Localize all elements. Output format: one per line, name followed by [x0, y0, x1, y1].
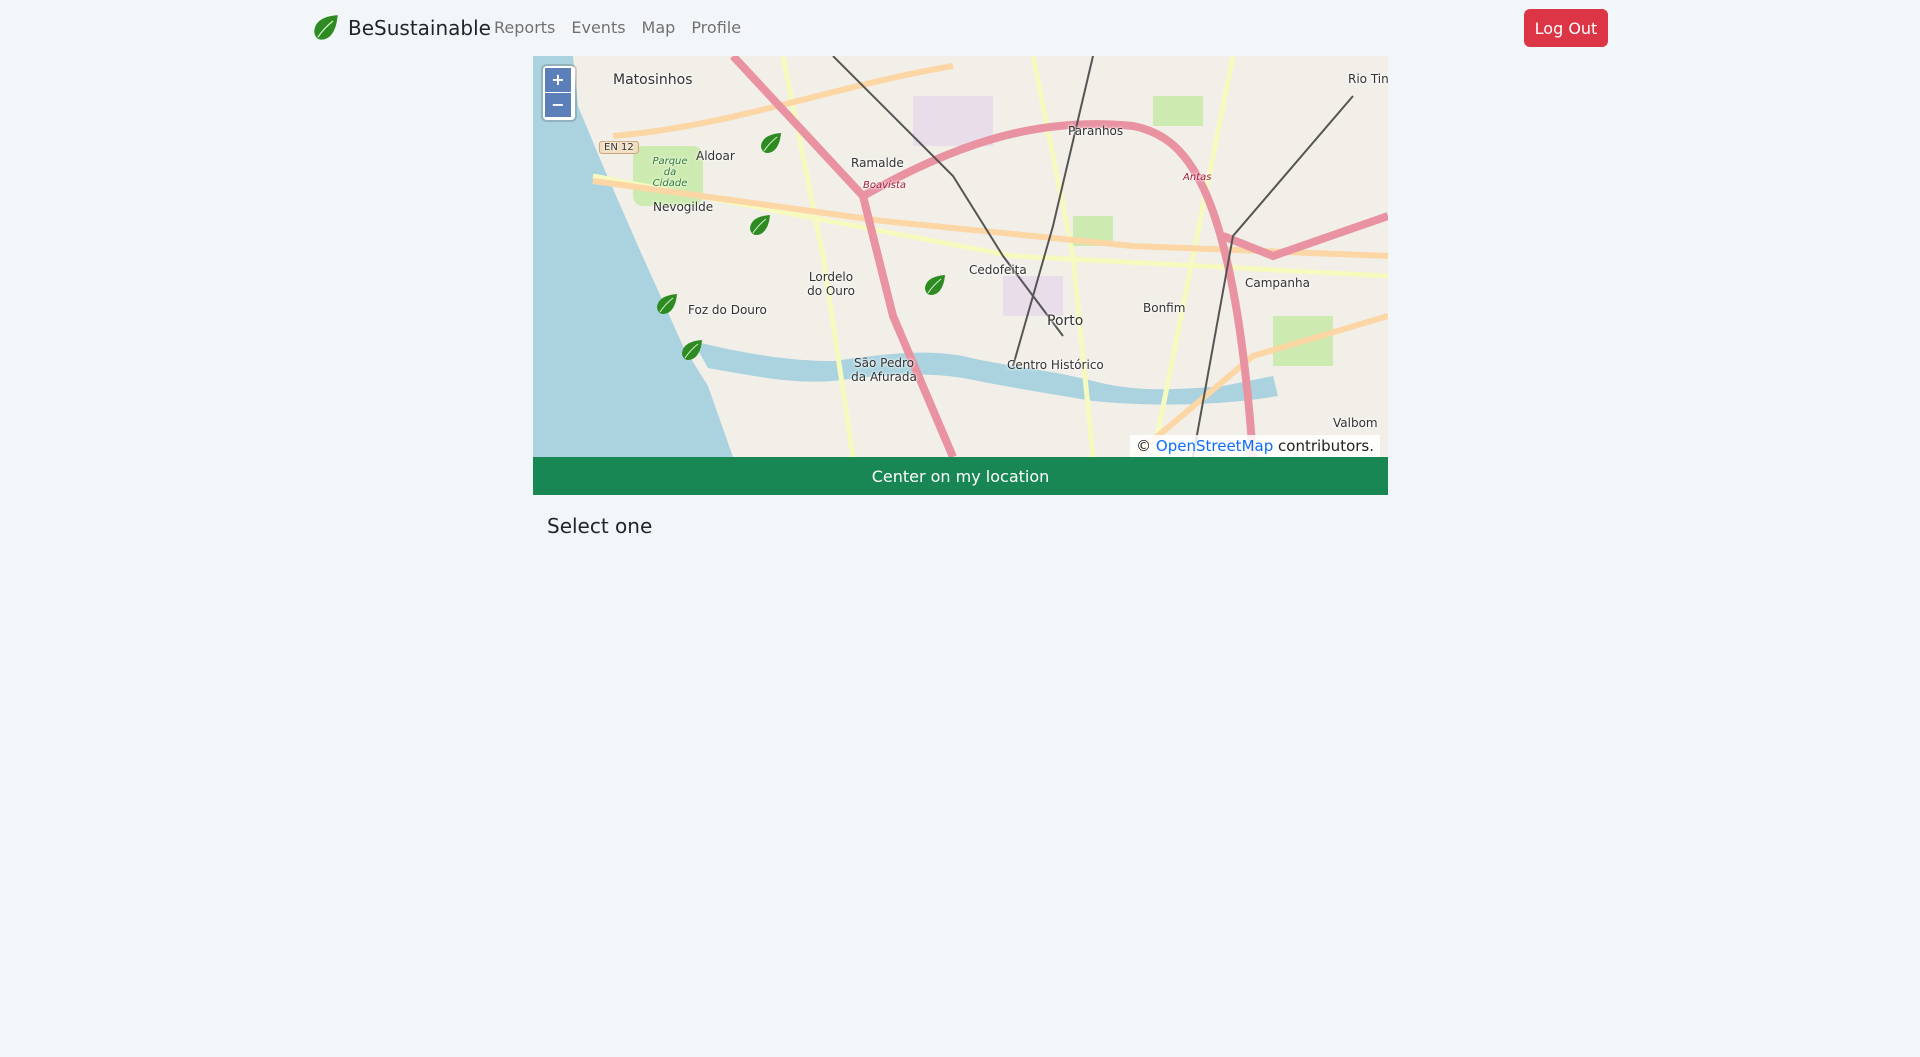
- zoom-control: + −: [543, 66, 575, 120]
- nav-menu: Reports Events Map Profile: [494, 18, 741, 37]
- zoom-in-button[interactable]: +: [545, 68, 571, 92]
- place-label: Cedofeita: [969, 263, 1027, 277]
- brand-name: BeSustainable: [348, 16, 491, 40]
- select-prompt: Select one: [547, 514, 653, 538]
- place-label: Porto: [1047, 313, 1084, 329]
- logout-button[interactable]: Log Out: [1524, 9, 1608, 47]
- nav-map[interactable]: Map: [642, 18, 676, 37]
- copyright-symbol: ©: [1136, 437, 1152, 455]
- navbar: BeSustainable Reports Events Map Profile…: [0, 0, 1920, 56]
- nav-profile[interactable]: Profile: [691, 18, 741, 37]
- attribution-suffix: contributors.: [1278, 437, 1374, 455]
- place-label: Nevogilde: [653, 200, 714, 214]
- zoom-out-button[interactable]: −: [545, 93, 571, 117]
- park-label: Parque da Cidade: [652, 156, 688, 189]
- leaf-icon[interactable]: [654, 292, 680, 316]
- map-attribution: © OpenStreetMap contributors.: [1130, 435, 1380, 457]
- center-location-button[interactable]: Center on my location: [533, 457, 1388, 495]
- place-label: Boavista: [863, 180, 907, 191]
- map[interactable]: Matosinhos Aldoar Ramalde Paranhos Nevog…: [533, 56, 1388, 457]
- place-label: Antas: [1183, 172, 1212, 183]
- place-label: Campanha: [1245, 276, 1310, 290]
- place-label: Lordelo do Ouro: [807, 270, 855, 298]
- place-label: Matosinhos: [613, 72, 693, 88]
- nav-events[interactable]: Events: [571, 18, 625, 37]
- leaf-icon[interactable]: [922, 273, 948, 297]
- place-label: Foz do Douro: [688, 303, 767, 317]
- brand-link[interactable]: BeSustainable: [312, 14, 491, 42]
- place-label: Bonfim: [1143, 301, 1186, 315]
- place-label: Valbom: [1333, 416, 1378, 430]
- leaf-icon[interactable]: [747, 213, 773, 237]
- leaf-icon[interactable]: [758, 131, 784, 155]
- osm-link[interactable]: OpenStreetMap: [1156, 437, 1273, 455]
- place-label: Centro Histórico: [1007, 358, 1104, 372]
- map-tiles: [533, 56, 1388, 457]
- place-label: Paranhos: [1068, 124, 1124, 138]
- place-label: Ramalde: [851, 156, 904, 170]
- leaf-icon: [314, 15, 338, 40]
- leaf-icon[interactable]: [679, 338, 705, 362]
- place-label: São Pedro da Afurada: [851, 356, 917, 384]
- place-label: Rio Tinto: [1348, 72, 1388, 86]
- place-label: Aldoar: [696, 149, 735, 163]
- road-shield: EN 12: [599, 141, 639, 154]
- nav-reports[interactable]: Reports: [494, 18, 555, 37]
